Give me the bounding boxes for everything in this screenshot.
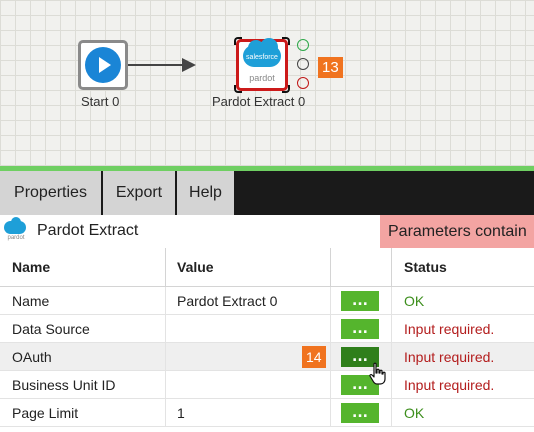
pardot-icon-text: pardot: [7, 235, 25, 241]
component-header: pardot Pardot Extract Parameters contain: [0, 215, 534, 248]
column-divider: [165, 315, 166, 342]
connector-arrow-icon: [182, 58, 196, 72]
property-name: Name: [12, 293, 50, 309]
selection-corner: [234, 85, 242, 93]
selection-corner: [282, 85, 290, 93]
table-header-row: Name Value Status: [0, 248, 534, 287]
property-value[interactable]: 1: [177, 399, 185, 426]
column-divider: [330, 315, 331, 342]
output-port-success[interactable]: [297, 39, 309, 51]
panel-tab-bar: Properties Export Help: [0, 171, 534, 215]
edit-property-button[interactable]: ...: [341, 319, 379, 339]
property-name: OAuth: [12, 349, 52, 365]
column-divider: [330, 399, 331, 426]
component-title: Pardot Extract: [37, 222, 139, 239]
edit-property-button[interactable]: ...: [341, 403, 379, 423]
column-header-name: Name: [12, 259, 51, 275]
start-node[interactable]: [78, 40, 128, 90]
callout-badge: 14: [302, 346, 326, 368]
salesforce-logo-icon: salesforce: [243, 38, 281, 67]
tab-help[interactable]: Help: [177, 171, 236, 215]
selection-corner: [234, 37, 242, 45]
selection-corner: [282, 37, 290, 45]
table-row[interactable]: Data Source ... Input required.: [0, 315, 534, 343]
designer-canvas[interactable]: Start 0 salesforce pardot Pardot Extract…: [0, 0, 534, 166]
output-port-error[interactable]: [297, 77, 309, 89]
column-divider: [391, 371, 392, 398]
column-divider: [391, 315, 392, 342]
column-header-status: Status: [404, 259, 447, 275]
property-name: Page Limit: [12, 405, 79, 421]
property-status: Input required.: [404, 349, 495, 365]
column-divider: [330, 248, 331, 286]
table-row[interactable]: Page Limit 1 ... OK: [0, 399, 534, 427]
tab-properties[interactable]: Properties: [0, 171, 103, 215]
table-row[interactable]: Business Unit ID ... Input required.: [0, 371, 534, 399]
connector-line[interactable]: [128, 64, 184, 66]
parameter-warning-banner: Parameters contain: [380, 215, 534, 248]
play-icon: [85, 47, 121, 83]
column-header-value: Value: [177, 259, 214, 275]
column-divider: [391, 343, 392, 370]
pardot-extract-node[interactable]: salesforce pardot: [234, 37, 290, 93]
edit-oauth-button[interactable]: ...: [341, 347, 379, 367]
column-divider: [165, 343, 166, 370]
column-divider: [330, 371, 331, 398]
pardot-logo-text: pardot: [249, 73, 275, 83]
column-divider: [391, 399, 392, 426]
table-row[interactable]: Name Pardot Extract 0 ... OK: [0, 287, 534, 315]
property-status: OK: [404, 405, 425, 421]
property-value[interactable]: Pardot Extract 0: [177, 287, 277, 314]
column-divider: [165, 248, 166, 286]
property-name: Business Unit ID: [12, 377, 116, 393]
property-name: Data Source: [12, 321, 90, 337]
pardot-icon: pardot: [4, 217, 28, 243]
pardot-node-label: Pardot Extract 0: [212, 94, 306, 109]
properties-table: Name Value Status Name Pardot Extract 0 …: [0, 248, 534, 427]
edit-property-button[interactable]: ...: [341, 375, 379, 395]
column-divider: [165, 287, 166, 314]
property-status: Input required.: [404, 377, 495, 393]
column-divider: [330, 287, 331, 314]
column-divider: [165, 371, 166, 398]
salesforce-logo-text: salesforce: [246, 54, 278, 61]
output-port-default[interactable]: [297, 58, 309, 70]
property-status: OK: [404, 293, 425, 309]
callout-badge: 13: [318, 57, 343, 78]
column-divider: [391, 248, 392, 286]
tab-export[interactable]: Export: [103, 171, 177, 215]
column-divider: [391, 287, 392, 314]
column-divider: [165, 399, 166, 426]
table-row-highlighted[interactable]: OAuth 14 ... Input required.: [0, 343, 534, 371]
column-divider: [330, 343, 331, 370]
start-node-label: Start 0: [81, 94, 120, 109]
edit-property-button[interactable]: ...: [341, 291, 379, 311]
property-status: Input required.: [404, 321, 495, 337]
salesforce-cloud-icon: [4, 217, 26, 234]
